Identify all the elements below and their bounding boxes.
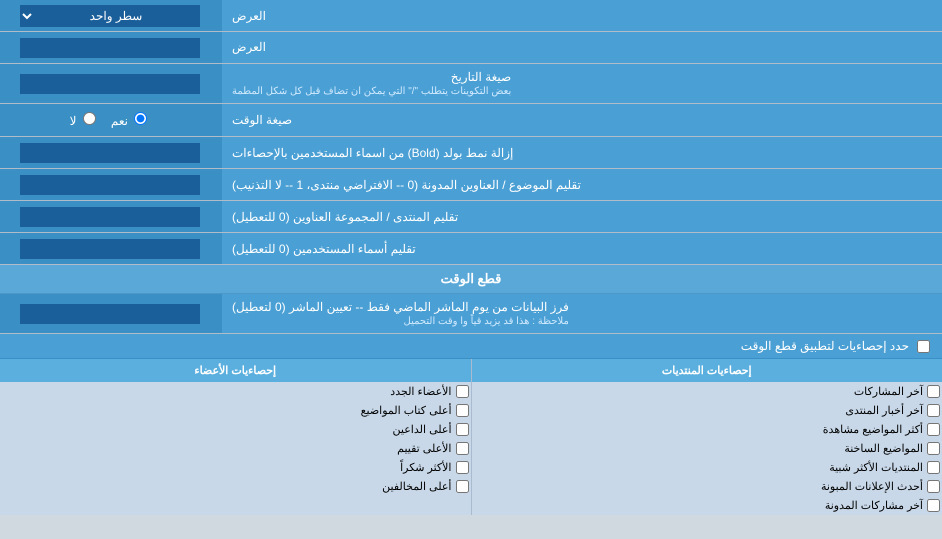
label-date-format: العرض	[220, 32, 942, 63]
date-format-field[interactable]: سطر واحد	[20, 38, 200, 58]
chk-last-posts[interactable]	[927, 385, 940, 398]
chk-hot-topics[interactable]	[927, 442, 940, 455]
chk-item-new-members: الأعضاء الجدد	[0, 382, 471, 401]
chk-item-top-violators: أعلى المخالفين	[0, 477, 471, 496]
col-forums: إحصاءيات المنتديات آخر المشاركات آخر أخب…	[471, 359, 942, 515]
chk-item-forum-news: آخر أخبار المنتدى	[472, 401, 942, 420]
input-cell-spacing[interactable]: 0	[0, 233, 220, 264]
label-trim-usernames: تقليم المنتدى / المجموعة العناوين (0 للت…	[220, 201, 942, 232]
main-container: العرض سطر واحد سطران ثلاثة أسطر العرض سط…	[0, 0, 942, 515]
select-display-mode[interactable]: سطر واحد سطران ثلاثة أسطر	[20, 5, 200, 27]
chk-announcements[interactable]	[927, 480, 940, 493]
col-members: إحصاءيات الأعضاء الأعضاء الجدد أعلى كتاب…	[0, 359, 471, 515]
chk-item-most-thanks: الأكثر شكراً	[0, 458, 471, 477]
label-order-topics: إزالة نمط بولد (Bold) من اسماء المستخدمي…	[220, 137, 942, 168]
input-order-topics[interactable]	[0, 137, 220, 168]
input-display-mode[interactable]: سطر واحد سطران ثلاثة أسطر	[0, 0, 220, 31]
apply-checkbox-main[interactable]	[917, 340, 930, 353]
fetch-days-field[interactable]: 0	[20, 304, 200, 324]
input-remove-bold[interactable]: نعم لا	[0, 104, 220, 136]
chk-most-viewed[interactable]	[927, 423, 940, 436]
order-forums-field[interactable]: 33	[20, 175, 200, 195]
radio-no-label: لا	[70, 112, 99, 128]
row-remove-bold: صيغة الوقت نعم لا	[0, 104, 942, 137]
row-order-forums: تقليم الموضوع / العناوين المدونة (0 -- ا…	[0, 169, 942, 201]
chk-item-top-rated: الأعلى تقييم	[0, 439, 471, 458]
radio-group-bold: نعم لا	[60, 108, 161, 132]
radio-yes-label: نعم	[111, 112, 150, 128]
trim-usernames-field[interactable]: 33	[20, 207, 200, 227]
radio-bold-no[interactable]	[83, 112, 96, 125]
time-format-field[interactable]: d-m	[20, 74, 200, 94]
chk-similar-forums[interactable]	[927, 461, 940, 474]
section-realtime-header: قطع الوقت	[0, 265, 942, 294]
input-time-format[interactable]: d-m	[0, 64, 220, 103]
chk-most-thanks[interactable]	[456, 461, 469, 474]
input-order-forums[interactable]: 33	[0, 169, 220, 200]
row-trim-usernames: تقليم المنتدى / المجموعة العناوين (0 للت…	[0, 201, 942, 233]
cell-spacing-field[interactable]: 0	[20, 239, 200, 259]
chk-top-violators[interactable]	[456, 480, 469, 493]
chk-item-announcements: أحدث الإعلانات المبونة	[472, 477, 942, 496]
label-remove-bold: صيغة الوقت	[220, 104, 942, 136]
chk-item-top-inviters: أعلى الداعين	[0, 420, 471, 439]
chk-item-top-writers: أعلى كتاب المواضيع	[0, 401, 471, 420]
chk-top-writers[interactable]	[456, 404, 469, 417]
chk-top-inviters[interactable]	[456, 423, 469, 436]
col-members-header: إحصاءيات الأعضاء	[0, 359, 471, 382]
chk-new-members[interactable]	[456, 385, 469, 398]
apply-label-row: حدد إحصاءيات لتطبيق قطع الوقت	[0, 334, 942, 359]
input-trim-usernames[interactable]: 33	[0, 201, 220, 232]
chk-forum-news[interactable]	[927, 404, 940, 417]
row-cell-spacing: تقليم أسماء المستخدمين (0 للتعطيل) 0	[0, 233, 942, 265]
col-forums-header: إحصاءيات المنتديات	[472, 359, 942, 382]
chk-item-last-posts: آخر المشاركات	[472, 382, 942, 401]
row-fetch-days: فرز البيانات من يوم الماشر الماضي فقط --…	[0, 294, 942, 334]
label-time-format: صيغة التاريخ بعض التكوينات يتطلب "/" الت…	[220, 64, 942, 103]
row-time-format: صيغة التاريخ بعض التكوينات يتطلب "/" الت…	[0, 64, 942, 104]
checkboxes-area: إحصاءيات المنتديات آخر المشاركات آخر أخب…	[0, 359, 942, 515]
chk-item-hot-topics: المواضيع الساخنة	[472, 439, 942, 458]
row-order-topics: إزالة نمط بولد (Bold) من اسماء المستخدمي…	[0, 137, 942, 169]
label-fetch-days: فرز البيانات من يوم الماشر الماضي فقط --…	[220, 294, 942, 333]
row-display-mode: العرض سطر واحد سطران ثلاثة أسطر	[0, 0, 942, 32]
chk-item-similar-forums: المنتديات الأكثر شبية	[472, 458, 942, 477]
chk-blog-posts[interactable]	[927, 499, 940, 512]
chk-top-rated[interactable]	[456, 442, 469, 455]
label-display-mode: العرض	[220, 0, 942, 31]
chk-item-blog-posts: آخر مشاركات المدونة	[472, 496, 942, 515]
radio-bold-yes[interactable]	[134, 112, 147, 125]
label-order-forums: تقليم الموضوع / العناوين المدونة (0 -- ا…	[220, 169, 942, 200]
chk-item-most-viewed: أكثر المواضيع مشاهدة	[472, 420, 942, 439]
label-cell-spacing: تقليم أسماء المستخدمين (0 للتعطيل)	[220, 233, 942, 264]
order-topics-field[interactable]	[20, 143, 200, 163]
input-fetch-days[interactable]: 0	[0, 294, 220, 333]
input-date-format[interactable]: سطر واحد	[0, 32, 220, 63]
row-date-format: العرض سطر واحد	[0, 32, 942, 64]
